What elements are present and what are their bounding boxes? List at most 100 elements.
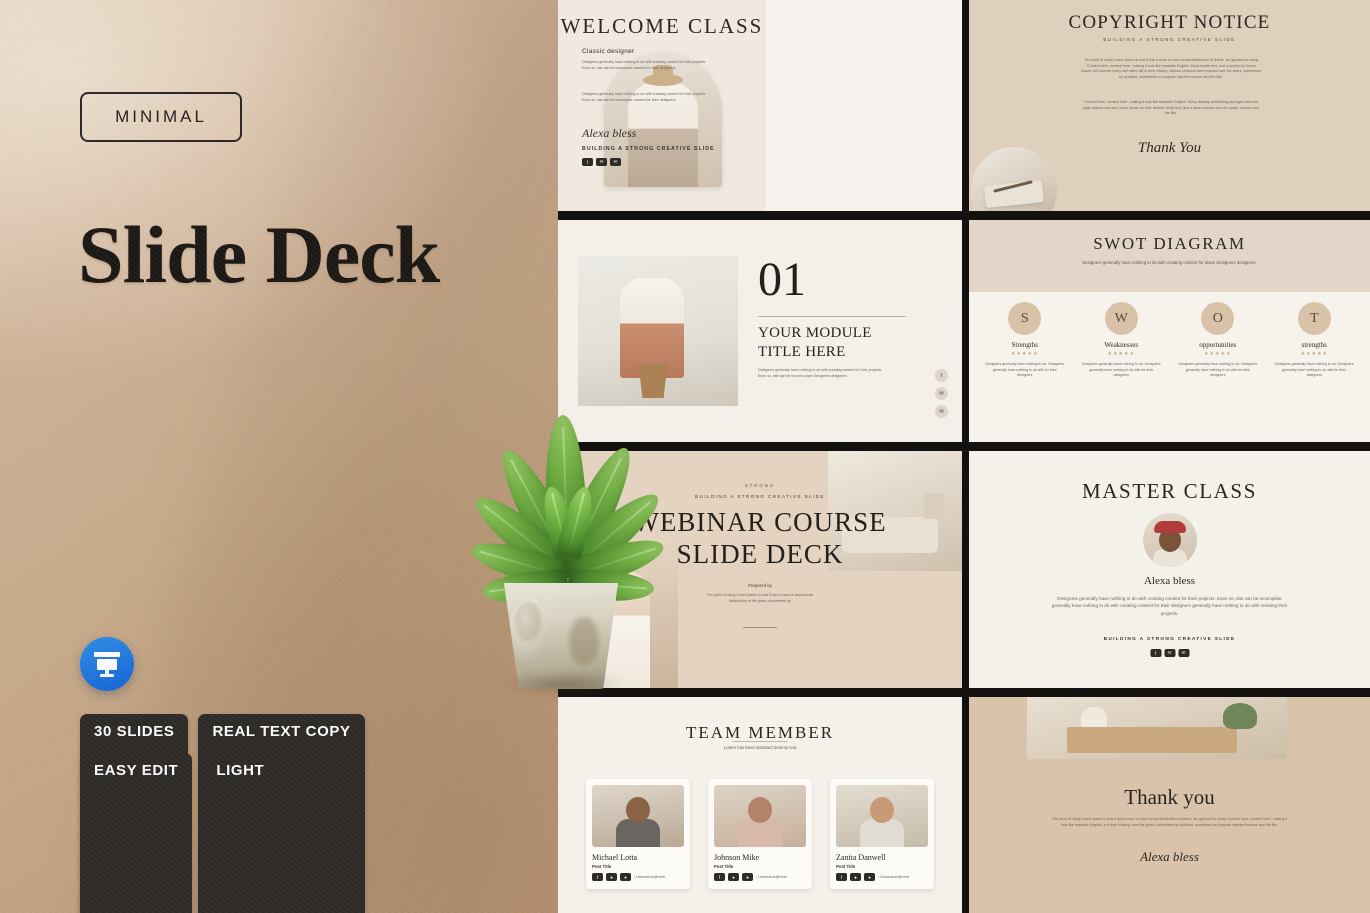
swot-rating-dots: ★★★★★: [1204, 351, 1232, 357]
slide-module-01: 01 YOUR MODULE TITLE HERE Designers gene…: [558, 220, 962, 442]
facebook-icon: f: [592, 873, 603, 881]
masterclass-caps-line: BUILDING A STRONG CREATIVE SLIDE: [1103, 637, 1236, 642]
team-subtitle: Lorem has been standard dummy text: [723, 745, 797, 750]
team-member-name: Zanita Danwell: [836, 853, 886, 862]
webinar-divider: [743, 627, 777, 628]
swot-column-text: Designers generally have nothing to do. …: [1082, 362, 1161, 378]
swot-subtitle: Designers generally have nothing to do w…: [1082, 260, 1257, 265]
team-member-handle: / Username@here: [634, 875, 666, 879]
facebook-icon: f: [935, 369, 948, 382]
swot-column-name: opportunities: [1199, 341, 1237, 349]
team-member-name: Johnson Mike: [714, 853, 760, 862]
facebook-icon: f: [714, 873, 725, 881]
team-cards: Michael Lotta Post Title f ● ● / Usernam…: [586, 779, 934, 889]
masterclass-avatar: [1142, 513, 1197, 567]
copyright-subtitle: BUILDING A STRONG CREATIVE SLIDE: [1103, 37, 1236, 42]
webinar-subtitle: BUILDING A STRONG CREATIVE SLIDE: [695, 494, 825, 499]
facebook-icon: f: [836, 873, 847, 881]
podium-icon: [94, 652, 120, 677]
slide-grid: WELCOME CLASS Classic designer Designers…: [558, 0, 1370, 913]
webinar-title-line2: SLIDE DECK: [676, 539, 844, 569]
module-heading-line1: YOUR MODULE: [758, 325, 872, 341]
welcome-paragraph-2: Designers generally have nothing to do w…: [582, 92, 707, 102]
team-member-handle-row: f ● ● / Username@here: [836, 873, 928, 881]
welcome-social-icons: f ✉ ✉: [582, 158, 621, 166]
swot-column-text: Designers generally have nothing to do. …: [1178, 362, 1257, 378]
twitter-icon: ✉: [610, 158, 621, 166]
facebook-icon: f: [1150, 649, 1161, 657]
masterclass-social-icons: f ✉ ✉: [1150, 649, 1189, 657]
swot-letter-badge: O: [1201, 302, 1235, 335]
swot-column-name: strengths: [1301, 341, 1327, 349]
welcome-signature: Alexa bless: [582, 126, 637, 140]
team-member-handle: / Username@here: [756, 875, 788, 879]
welcome-title: WELCOME CLASS: [560, 14, 764, 38]
twitter-icon: ●: [864, 873, 875, 881]
swot-column-text: Designers generally have nothing to do. …: [1275, 362, 1354, 378]
welcome-paragraph-1: Designers generally have nothing to do w…: [582, 60, 707, 70]
slide-copyright-notice: COPYRIGHT NOTICE BUILDING A STRONG CREAT…: [969, 0, 1370, 211]
twitter-icon: ●: [742, 873, 753, 881]
team-member-handle-row: f ● ● / Username@here: [714, 873, 806, 881]
dribbble-icon: ●: [606, 873, 617, 881]
slide-team-member: TEAM MEMBER Lorem has been standard dumm…: [558, 697, 962, 913]
welcome-photo: [604, 52, 722, 187]
module-heading-line2: TITLE HERE: [758, 343, 846, 360]
slide-webinar-course: STRONG BUILDING A STRONG CREATIVE SLIDE …: [558, 451, 962, 688]
slide-swot-diagram: SWOT DIAGRAM Designers generally have no…: [969, 220, 1370, 442]
slide-thank-you: Thank you The point of using Lorem Ipsum…: [969, 697, 1370, 913]
minimal-badge: MINIMAL: [80, 92, 242, 142]
team-card: Zanita Danwell Post Title f ● ● / Userna…: [830, 779, 934, 889]
team-photo: [836, 785, 928, 847]
swot-column: T strengths ★★★★★ Designers generally ha…: [1271, 302, 1359, 379]
swot-rating-dots: ★★★★★: [1011, 351, 1039, 357]
swot-column-text: Designers generally have nothing to do. …: [985, 362, 1064, 378]
webinar-kicker: STRONG: [744, 483, 776, 488]
welcome-caps-line: BUILDING A STRONG CREATIVE SLIDE: [582, 146, 715, 152]
dribbble-icon: ✉: [935, 387, 948, 400]
team-member-role: Post Title: [714, 864, 734, 869]
feature-tags-row-2: EASY EDIT LIGHT: [80, 753, 279, 913]
slide-master-class: MASTER CLASS Alexa bless Designers gener…: [969, 451, 1370, 688]
thankyou-photo: [1027, 697, 1287, 759]
masterclass-body: Designers generally have nothing to do w…: [1051, 596, 1288, 616]
team-photo: [714, 785, 806, 847]
module-social-icons: f ✉ ✉: [935, 369, 948, 418]
module-heading: YOUR MODULE TITLE HERE: [758, 324, 872, 362]
twitter-icon: ✉: [935, 405, 948, 418]
module-divider: [758, 316, 906, 317]
slide-welcome-class: WELCOME CLASS Classic designer Designers…: [558, 0, 962, 211]
tag-easy-edit: EASY EDIT: [80, 753, 193, 913]
twitter-icon: ✉: [1178, 649, 1189, 657]
dribbble-icon: ●: [850, 873, 861, 881]
swot-letter-badge: T: [1297, 302, 1331, 335]
swot-column: S Strengths ★★★★★ Designers generally ha…: [981, 302, 1069, 379]
swot-column-name: Weaknesses: [1104, 341, 1139, 349]
facebook-icon: f: [582, 158, 593, 166]
team-card: Johnson Mike Post Title f ● ● / Username…: [708, 779, 812, 889]
swot-letter-badge: W: [1104, 302, 1138, 335]
swot-header-band: [969, 220, 1370, 292]
module-photo: [578, 256, 738, 406]
webinar-prepared-by: Prepared by: [748, 583, 772, 588]
swot-columns: S Strengths ★★★★★ Designers generally ha…: [981, 302, 1358, 379]
dribbble-icon: ✉: [596, 158, 607, 166]
welcome-right-pane: [766, 0, 962, 211]
masterclass-name: Alexa bless: [1143, 575, 1195, 587]
team-divider: [732, 741, 788, 742]
swot-letter-badge: S: [1008, 302, 1042, 335]
thankyou-signature: Alexa bless: [1140, 849, 1199, 864]
swot-rating-dots: ★★★★★: [1107, 351, 1135, 357]
webinar-body: The point of using Lorem Ipsum is that i…: [706, 593, 814, 603]
webinar-title-line1: WEBINAR COURSE: [633, 507, 887, 537]
page-title: Slide Deck: [78, 209, 440, 300]
left-panel: MINIMAL Slide Deck 30 SLIDES REAL TEXT C…: [0, 0, 558, 913]
dribbble-icon: ✉: [1164, 649, 1175, 657]
tag-light: LIGHT: [202, 753, 279, 913]
swot-rating-dots: ★★★★★: [1300, 351, 1328, 357]
swot-title: SWOT DIAGRAM: [1093, 234, 1246, 253]
swot-column: W Weaknesses ★★★★★ Designers generally h…: [1078, 302, 1166, 379]
thankyou-title: Thank you: [1124, 785, 1215, 809]
module-number: 01: [758, 253, 806, 306]
swot-column: O opportunities ★★★★★ Designers generall…: [1174, 302, 1262, 379]
